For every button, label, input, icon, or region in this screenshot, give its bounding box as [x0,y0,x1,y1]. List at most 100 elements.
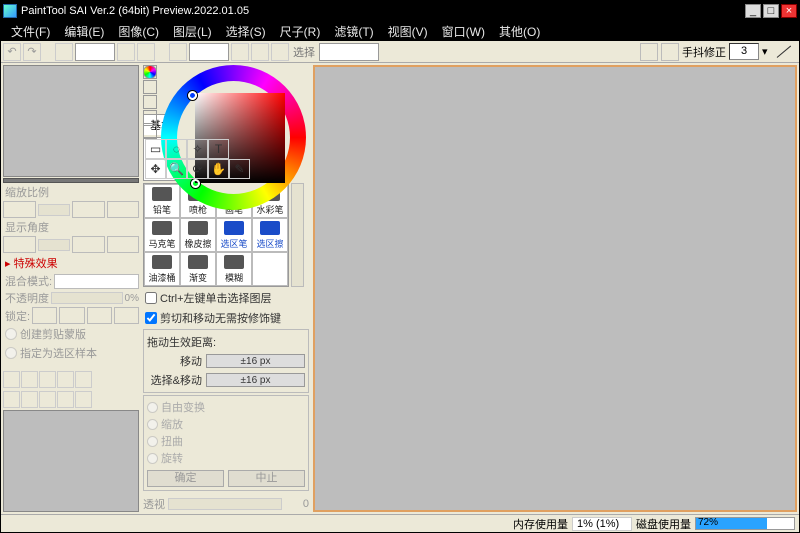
angle-slider[interactable] [38,239,71,251]
clip-radio[interactable] [5,328,17,340]
menu-window[interactable]: 窗口(W) [436,22,491,41]
rotate-select[interactable] [189,43,229,61]
top-toolbar: 选择 手抖修正 3 ▾ [1,41,799,63]
rotate-cw-button[interactable] [231,43,249,61]
ok-button[interactable]: 确定 [147,470,224,487]
zoom-in-button[interactable] [117,43,135,61]
zoom-reset-button[interactable] [137,43,155,61]
layer-select[interactable] [319,43,379,61]
new-folder-icon[interactable] [21,371,38,388]
zoom-select[interactable] [75,43,115,61]
rotate-label: 旋转 [161,450,183,466]
layer-list[interactable] [3,410,139,512]
canvas[interactable] [313,65,797,512]
app-window: PaintTool SAI Ver.2 (64bit) Preview.2022… [0,0,800,533]
zoom-minus[interactable] [3,201,36,218]
lock-a[interactable] [32,307,57,324]
selmove-value[interactable]: ±16 px [206,373,305,387]
zoom-plus[interactable] [72,201,105,218]
toggle-b[interactable] [661,43,679,61]
merge-down-icon[interactable] [3,391,20,408]
transfer-icon[interactable] [39,391,56,408]
redo-button[interactable] [23,43,41,61]
move-value[interactable]: ±16 px [206,354,305,368]
menu-ruler[interactable]: 尺子(R) [274,22,327,41]
persp-slider[interactable] [168,498,282,510]
radio-scale[interactable] [147,419,158,430]
navigator-bar[interactable] [3,178,139,183]
new-linework-icon[interactable] [39,371,56,388]
zoom-out-button[interactable] [55,43,73,61]
stabilizer-dropdown-icon[interactable]: ▾ [762,45,772,58]
colormode-swatch-icon[interactable] [143,110,157,124]
colormode-mixer-icon[interactable] [143,95,157,109]
colormode-wheel-icon[interactable] [143,65,157,79]
brush-渐变[interactable]: 渐变 [180,252,216,286]
brush-马克笔[interactable]: 马克笔 [144,218,180,252]
angle-reset[interactable] [107,236,140,253]
maximize-button[interactable]: □ [763,4,779,18]
clear-icon[interactable] [75,371,92,388]
stabilizer-value[interactable]: 3 [729,43,759,60]
brush-油漆桶[interactable]: 油漆桶 [144,252,180,286]
lock-b[interactable] [59,307,84,324]
toggle-a[interactable] [640,43,658,61]
radio-distort[interactable] [147,436,158,447]
ctrl-click-checkbox[interactable] [145,292,157,304]
menu-view[interactable]: 视图(V) [382,22,434,41]
menu-image[interactable]: 图像(C) [112,22,165,41]
angle-cw[interactable] [72,236,105,253]
lock-d[interactable] [114,307,139,324]
cut-move-checkbox[interactable] [145,312,157,324]
flip-h-button[interactable] [271,43,289,61]
menu-layer[interactable]: 图层(L) [167,22,218,41]
fx-expand[interactable]: 特殊效果 [3,254,139,272]
menu-filter[interactable]: 滤镜(T) [328,22,379,41]
sample-radio[interactable] [5,347,17,359]
zoom-fit[interactable] [107,201,140,218]
close-button[interactable]: × [781,4,797,18]
new-layer-icon[interactable] [3,371,20,388]
rotate-reset-button[interactable] [251,43,269,61]
clear-layer-icon[interactable] [75,391,92,408]
color-wheel[interactable] [161,65,306,210]
menu-file[interactable]: 文件(F) [5,22,56,41]
menu-other[interactable]: 其他(O) [493,22,546,41]
blend-mode-select[interactable] [54,274,139,289]
navigator-thumbnail[interactable] [3,65,139,177]
tool-rotate[interactable]: ⟳ [187,159,208,179]
colormode-hsv-icon[interactable] [143,80,157,94]
tool-hand[interactable]: ✋ [208,159,229,179]
hue-handle[interactable] [188,91,197,100]
brush-橡皮擦[interactable]: 橡皮擦 [180,218,216,252]
brush-选区擦[interactable]: 选区擦 [252,218,288,252]
tool-eyedropper[interactable]: ✎ [229,159,250,179]
delete-layer-icon[interactable] [57,391,74,408]
radio-rotate[interactable] [147,453,158,464]
tool-text[interactable]: T [208,139,229,159]
menu-select[interactable]: 选择(S) [220,22,272,41]
angle-ccw[interactable] [3,236,36,253]
rotate-ccw-button[interactable] [169,43,187,61]
brush-empty[interactable] [252,252,288,286]
menu-edit[interactable]: 编辑(E) [58,22,110,41]
brush-选区笔[interactable]: 选区笔 [216,218,252,252]
lock-c[interactable] [87,307,112,324]
tool-rectselect[interactable]: ▭ [145,139,166,159]
colormode-scratch-icon[interactable] [143,125,157,139]
tool-wand[interactable]: ✧ [187,139,208,159]
zoom-slider[interactable] [38,204,71,216]
minimize-button[interactable]: _ [745,4,761,18]
cancel-button[interactable]: 中止 [228,470,305,487]
mask-icon[interactable] [57,371,74,388]
radio-free[interactable] [147,402,158,413]
brush-模糊[interactable]: 模糊 [216,252,252,286]
flatten-icon[interactable] [21,391,38,408]
tool-zoom[interactable]: 🔍 [166,159,187,179]
opacity-slider[interactable] [51,292,123,304]
undo-button[interactable] [3,43,21,61]
main-body: 缩放比例 显示角度 特殊效果 混合模式: 不透明度0% 锁定: 创建剪贴蒙版 指… [1,63,799,514]
sv-handle[interactable] [191,179,200,188]
tool-move[interactable]: ✥ [145,159,166,179]
tool-lasso[interactable]: ◌ [166,139,187,159]
